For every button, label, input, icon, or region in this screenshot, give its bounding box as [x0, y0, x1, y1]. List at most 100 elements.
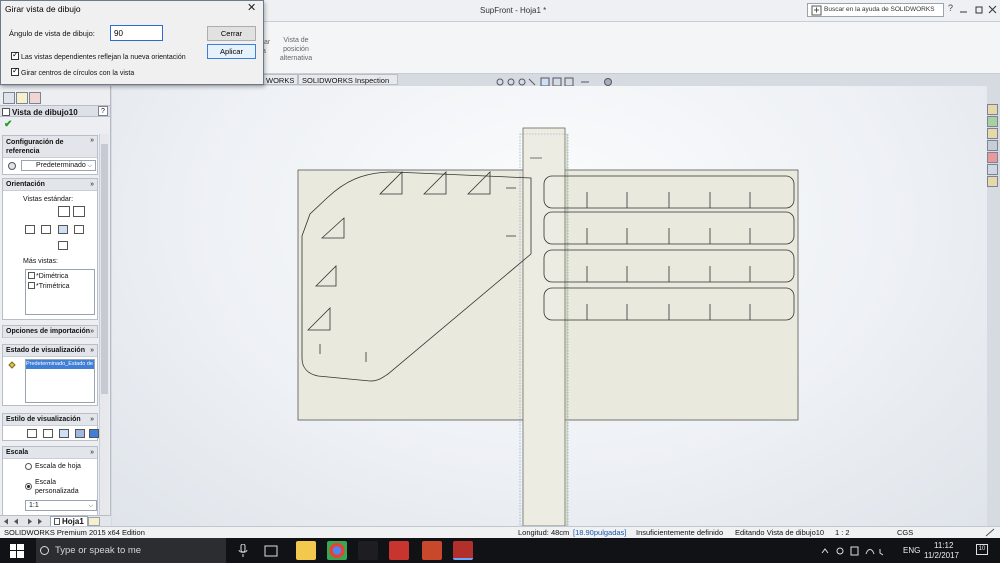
matlab-app-icon[interactable]	[358, 541, 378, 560]
file-explorer-icon[interactable]	[987, 128, 998, 139]
expand-status-icon[interactable]	[985, 528, 995, 537]
clock-date[interactable]: 11/2/2017	[924, 551, 959, 560]
drawing-view-geometry[interactable]	[112, 86, 987, 526]
task-pane-tabs[interactable]	[987, 104, 1000, 194]
sheet-scale[interactable]: 1 : 2	[835, 527, 850, 538]
tray-icons[interactable]	[820, 546, 890, 556]
angle-input[interactable]	[110, 25, 163, 41]
clock-time[interactable]: 11:12	[934, 541, 953, 550]
cortana-icon	[40, 546, 49, 555]
section-header[interactable]: Escala»	[3, 447, 97, 459]
task-view-icon[interactable]	[264, 545, 278, 557]
sheet-navigation-arrows[interactable]	[2, 517, 42, 526]
rotate-circle-centers-checkbox[interactable]: Girar centros de círculos con la vista	[11, 66, 134, 77]
front-view-icon[interactable]	[58, 206, 70, 217]
property-manager-scrollbar[interactable]	[99, 134, 109, 517]
list-item-trimetric[interactable]: *Trimétrica	[28, 282, 70, 290]
alternate-position-view-button[interactable]: Vista de posición alternativa	[278, 36, 314, 63]
tab-solidworks-inspection[interactable]: SOLIDWORKS Inspection	[298, 74, 398, 85]
battery-icon	[850, 546, 859, 556]
scale-sheet-radio[interactable]	[25, 463, 32, 470]
unit-system[interactable]: CGS	[897, 527, 913, 538]
hidden-lines-removed-icon[interactable]	[59, 429, 69, 438]
shaded-icon[interactable]	[89, 429, 99, 438]
wireframe-icon[interactable]	[27, 429, 37, 438]
apply-button[interactable]: Aplicar	[207, 44, 256, 59]
windows-start-icon[interactable]	[10, 544, 24, 558]
collapse-icon: »	[90, 137, 94, 144]
show-hidden-icons-icon	[821, 548, 829, 554]
graphics-area[interactable]	[112, 86, 987, 526]
help-button[interactable]: ?	[98, 106, 108, 116]
scale-select[interactable]: 1:1 ⌵	[25, 500, 97, 511]
more-views-list[interactable]: *Dimétrica *Trimétrica	[25, 269, 95, 315]
section-header[interactable]: Orientación»	[3, 179, 97, 191]
input-language[interactable]: ENG	[903, 546, 920, 555]
reference-configuration-select[interactable]: Predeterminado ⌵	[21, 160, 96, 171]
maximize-icon	[975, 6, 983, 14]
help-search-placeholder: Buscar en la ayuda de SOLIDWORKS	[824, 6, 935, 13]
edition-text: SOLIDWORKS Premium 2015 x64 Edition	[4, 528, 145, 537]
custom-properties-icon[interactable]	[987, 164, 998, 175]
scale-custom-radio[interactable]	[25, 483, 32, 490]
view-palette-icon[interactable]	[987, 140, 998, 151]
display-state-list[interactable]: Predeterminado_Estado de visualización-1	[25, 359, 95, 403]
microphone-icon[interactable]	[238, 544, 248, 558]
section-header[interactable]: Estado de visualización»	[3, 345, 97, 357]
dimxpert-tab-icon[interactable]	[29, 92, 41, 104]
right-view-icon[interactable]	[74, 225, 84, 234]
top-view-icon[interactable]	[25, 225, 35, 234]
collapse-icon: »	[90, 449, 94, 456]
sheet-tab-bar: Hoja1	[0, 515, 111, 527]
tab-solidworks[interactable]: WORKS	[262, 74, 299, 85]
hide-show-items-icon	[564, 77, 574, 87]
ok-check-icon[interactable]: ✔	[4, 119, 12, 130]
rotate-view-dialog: Girar vista de dibujo ✕ Ángulo de vista …	[0, 0, 264, 85]
checkbox-checked[interactable]	[11, 50, 19, 60]
section-display-style: Estilo de visualización»	[2, 413, 99, 441]
chrome-app-icon[interactable]	[327, 541, 347, 560]
add-sheet-icon[interactable]	[88, 517, 100, 526]
list-item-dimetric[interactable]: *Dimétrica	[28, 272, 68, 280]
section-header[interactable]: Estilo de visualización»	[3, 414, 97, 426]
windows-taskbar: Type or speak to me ENG 11:12 11/2/2017 …	[0, 538, 1000, 563]
feature-tree-tab-icon[interactable]	[3, 92, 15, 104]
help-search-input[interactable]: Buscar en la ayuda de SOLIDWORKS	[807, 3, 944, 17]
standard-views-label: Vistas estándar:	[23, 196, 74, 203]
appearances-icon[interactable]	[987, 152, 998, 163]
design-library-icon[interactable]	[987, 116, 998, 127]
solidworks-app-icon[interactable]	[389, 541, 409, 560]
hidden-lines-visible-icon[interactable]	[43, 429, 53, 438]
section-header[interactable]: Configuración de referencia»	[3, 136, 97, 158]
notifications-icon[interactable]: 10	[976, 544, 988, 555]
powerpoint-app-icon[interactable]	[422, 541, 442, 560]
definition-status: Insuficientemente definido	[636, 528, 724, 537]
checkbox-checked[interactable]	[11, 66, 19, 76]
rotate-view-icon[interactable]	[73, 206, 85, 217]
cortana-search-box[interactable]: Type or speak to me	[36, 538, 226, 563]
isometric-view-icon[interactable]	[58, 225, 68, 234]
solidworks-resources-icon[interactable]	[987, 104, 998, 115]
scrollbar-thumb[interactable]	[101, 144, 108, 394]
dialog-close-icon[interactable]: ✕	[247, 2, 256, 14]
solidworks-active-app-icon[interactable]	[453, 541, 473, 560]
property-title-text: Vista de dibujo10	[12, 108, 78, 117]
angle-label: Ángulo de vista de dibujo:	[9, 29, 95, 38]
checkbox	[28, 282, 35, 289]
shaded-with-edges-icon[interactable]	[75, 429, 85, 438]
section-header[interactable]: Opciones de importación»	[3, 326, 97, 338]
dialog-title: Girar vista de dibujo	[5, 4, 81, 14]
list-item-selected[interactable]: Predeterminado_Estado de visualización-1	[26, 360, 94, 369]
command-manager: tar a Vista de posición alternativa	[262, 22, 1000, 74]
chevron-down-icon: ⌵	[88, 503, 93, 509]
dependent-views-checkbox[interactable]: Las vistas dependientes reflejan la nuev…	[11, 50, 186, 61]
property-manager-tab-icon[interactable]	[16, 92, 28, 104]
bottom-view-icon[interactable]	[58, 241, 68, 250]
left-view-icon[interactable]	[41, 225, 51, 234]
window-controls[interactable]	[950, 3, 1000, 17]
section-view-icon	[528, 78, 536, 86]
close-button[interactable]: Cerrar	[207, 26, 256, 41]
forum-icon[interactable]	[987, 176, 998, 187]
system-tray: ENG 11:12 11/2/2017 10	[820, 538, 1000, 563]
file-explorer-app-icon[interactable]	[296, 541, 316, 560]
